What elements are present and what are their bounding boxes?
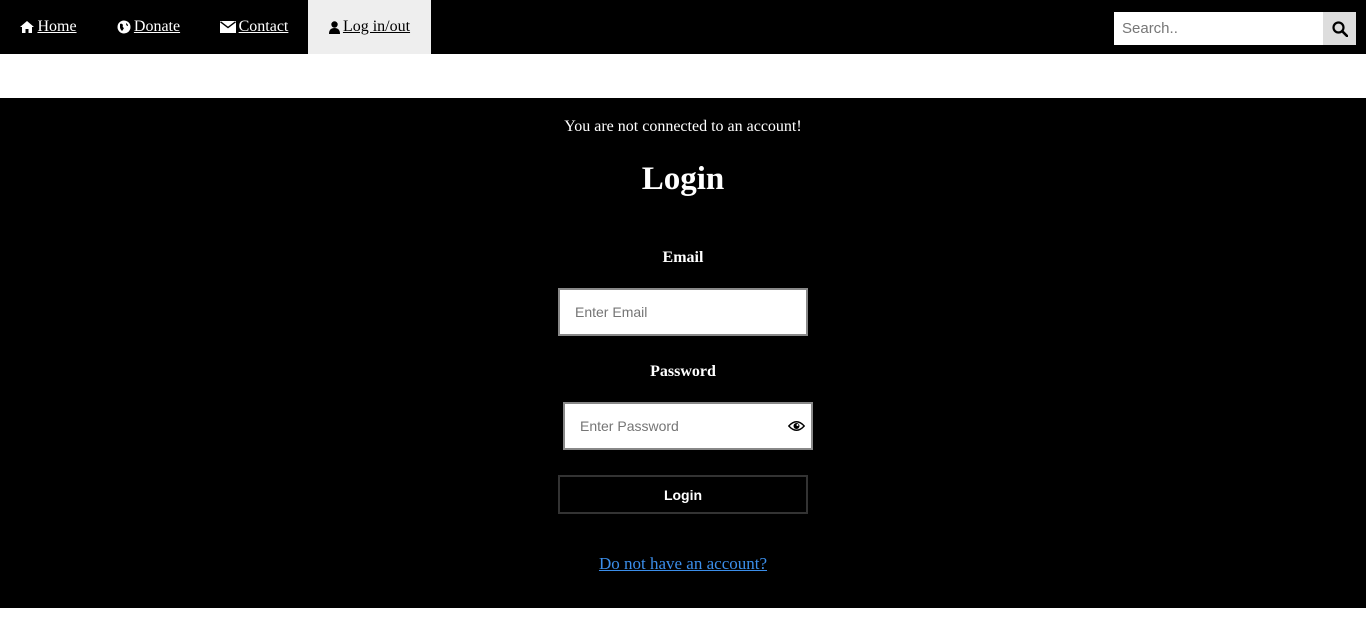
envelope-icon <box>219 21 236 33</box>
search-input[interactable] <box>1114 12 1323 45</box>
globe-icon <box>117 20 131 34</box>
nav-donate-link[interactable]: Donate <box>97 0 200 54</box>
nav-home-link[interactable]: Home <box>0 0 97 54</box>
email-label: Email <box>662 249 704 266</box>
nav-donate-label: Donate <box>133 18 181 35</box>
signup-link-container: Do not have an account? <box>0 554 1366 574</box>
email-field[interactable] <box>558 288 808 336</box>
login-button[interactable]: Login <box>558 475 808 514</box>
home-icon <box>20 21 35 33</box>
nav-contact-label: Contact <box>238 18 289 35</box>
top-navbar: Home Donate Contact Log in/out <box>0 0 1366 54</box>
show-password-toggle[interactable] <box>786 416 806 436</box>
password-field[interactable] <box>563 402 813 450</box>
search-icon <box>1331 20 1348 37</box>
nav-home-label: Home <box>37 18 77 35</box>
eye-icon <box>787 420 805 432</box>
password-label: Password <box>650 363 716 380</box>
login-section: You are not connected to an account! Log… <box>0 98 1366 608</box>
connection-status-text: You are not connected to an account! <box>564 118 802 135</box>
nav-contact-link[interactable]: Contact <box>200 0 308 54</box>
nav-login-link[interactable]: Log in/out <box>308 0 431 54</box>
signup-link[interactable]: Do not have an account? <box>599 554 767 573</box>
nav-login-label: Log in/out <box>342 18 411 35</box>
search-button[interactable] <box>1323 12 1356 45</box>
user-icon <box>328 20 340 34</box>
page-title: Login <box>641 161 725 197</box>
